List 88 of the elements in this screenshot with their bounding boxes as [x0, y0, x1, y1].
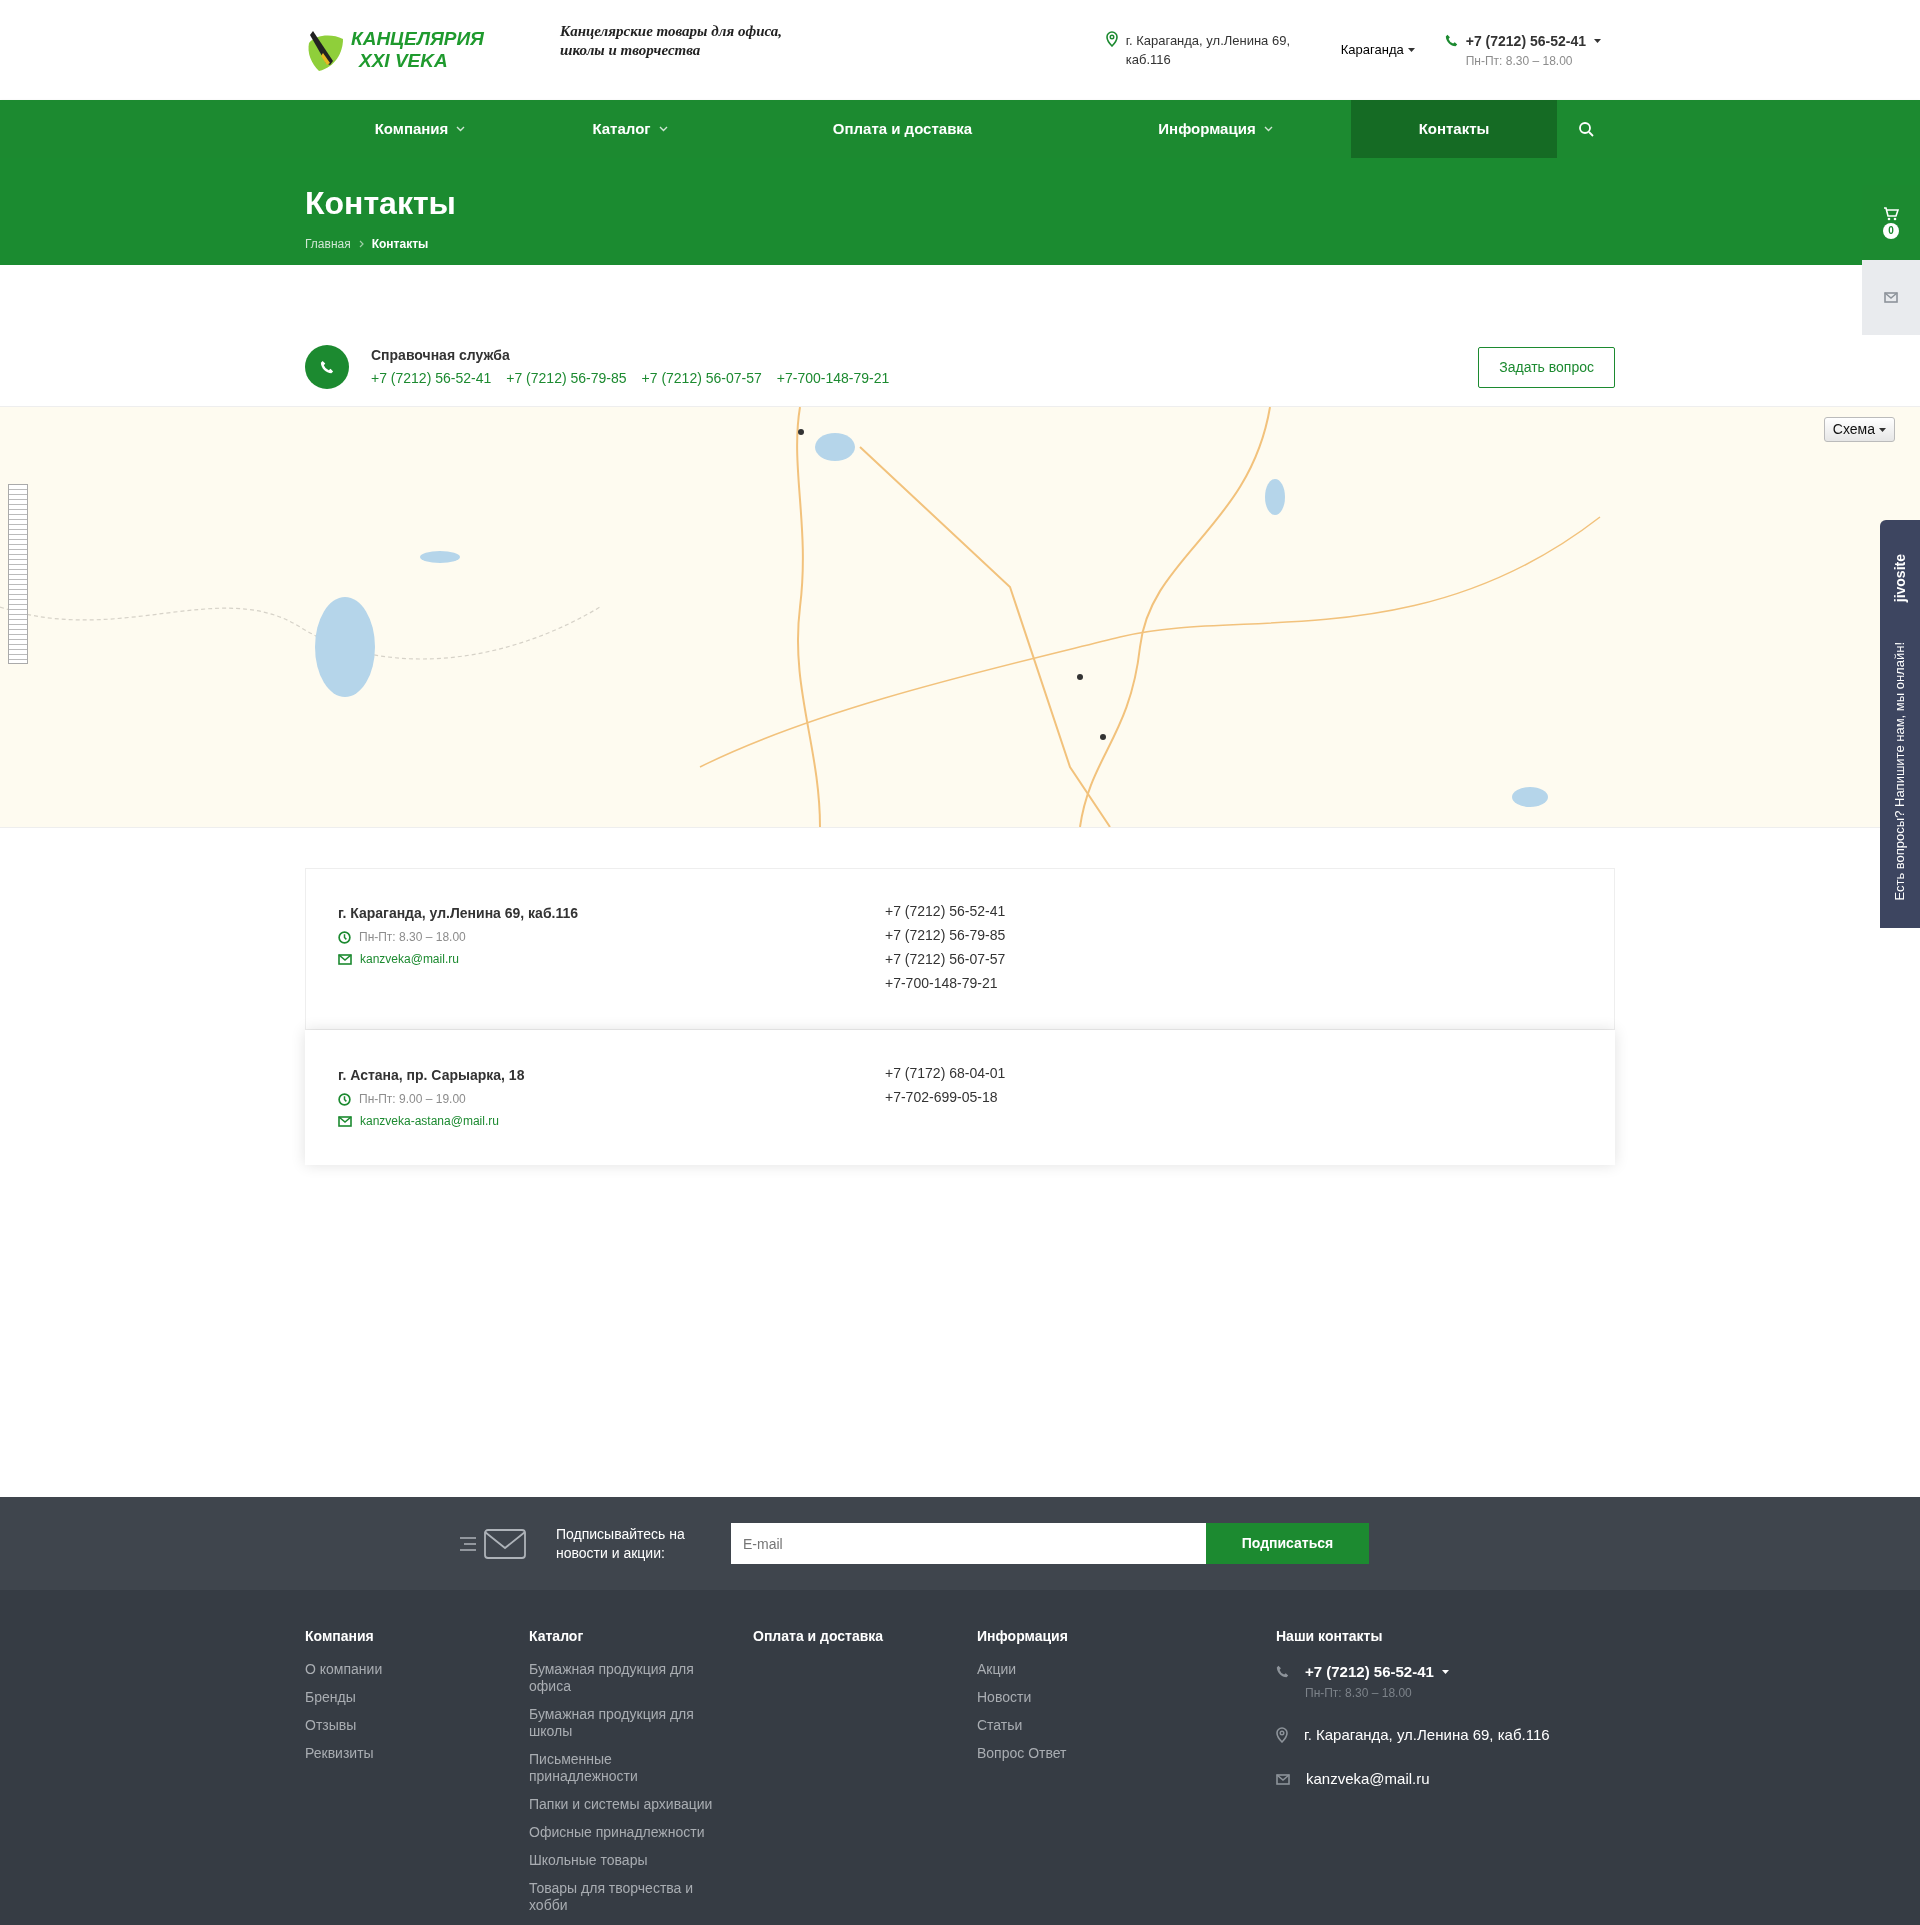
chat-prompt: Есть вопросы? Напишите нам, мы онлайн! [1891, 642, 1909, 901]
clock-icon [338, 1092, 351, 1106]
caret-icon [1441, 1670, 1449, 1675]
footer-link[interactable]: Офисные принадлежности [529, 1824, 719, 1841]
footer-link[interactable]: Вопрос Ответ [977, 1745, 1167, 1762]
office-address: г. Караганда, ул.Ленина 69, каб.116 [338, 904, 580, 923]
office-phone: +7 (7212) 56-07-57 [885, 950, 1006, 969]
phone-link[interactable]: +7 (7212) 56-52-41 [371, 368, 492, 389]
nav-item[interactable]: Компания [305, 100, 535, 158]
footer-link[interactable]: Новости [977, 1689, 1167, 1706]
location-pin-icon [1276, 1726, 1288, 1743]
working-hours: Пн-Пт: 8.30 – 18.00 [359, 929, 466, 946]
footer-link[interactable]: О компании [305, 1661, 495, 1678]
office-phone: +7 (7172) 68-04-01 [885, 1064, 1006, 1083]
ask-question-button[interactable]: Задать вопрос [1478, 346, 1615, 388]
email-link[interactable]: kanzveka@mail.ru [360, 950, 459, 968]
footer-link[interactable]: Бумажная продукция для офиса [529, 1661, 719, 1695]
footer-link[interactable]: Статьи [977, 1717, 1167, 1734]
footer-email[interactable]: kanzveka@mail.ru [1306, 1768, 1430, 1791]
map-type-button[interactable]: Схема [1823, 417, 1895, 442]
chevron-down-icon [1263, 126, 1273, 132]
logo-text: КАНЦЕЛЯРИЯ [351, 28, 484, 50]
message-button[interactable] [1862, 260, 1920, 335]
office-phone: +7-700-148-79-21 [885, 974, 999, 993]
subscribe-text: Подписывайтесь на новости и акции: [556, 1524, 686, 1563]
footer-link[interactable]: Товары для творчества и хобби [529, 1880, 719, 1914]
breadcrumb-link[interactable]: Главная [305, 235, 351, 253]
cart-count: 0 [1883, 222, 1899, 239]
footer-link[interactable]: Школьные товары [529, 1852, 719, 1869]
chevron-down-icon [456, 126, 466, 132]
header-address: г. Караганда, ул.Ленина 69, каб.116 [1125, 32, 1291, 69]
caret-icon [1594, 39, 1601, 43]
caret-icon [1407, 48, 1415, 52]
footer-link[interactable]: Папки и системы архивации [529, 1796, 719, 1813]
office-address: г. Астана, пр. Сарыарка, 18 [338, 1066, 526, 1085]
phone-icon [1276, 1665, 1289, 1678]
phone-link[interactable]: +7 (7212) 56-07-57 [641, 368, 762, 389]
header-phone[interactable]: +7 (7212) 56-52-41 [1465, 30, 1586, 52]
envelope-icon [1884, 292, 1898, 303]
email-field[interactable]: E-mail [731, 1523, 1206, 1564]
working-hours: Пн-Пт: 9.00 – 19.00 [359, 1091, 466, 1108]
footer-heading: Компания [305, 1627, 375, 1646]
envelope-icon [1276, 1773, 1290, 1785]
envelope-icon [458, 1527, 528, 1560]
page-title: Контакты [305, 184, 457, 222]
chat-brand: jivosite [1890, 554, 1909, 603]
nav-item[interactable]: Каталог [535, 100, 725, 158]
footer-link[interactable]: Бренды [305, 1689, 495, 1706]
logo-text: XXI VEKA [359, 50, 449, 72]
office-phone: +7 (7212) 56-79-85 [885, 926, 1006, 945]
cart-icon [1883, 206, 1899, 221]
help-title: Справочная служба [371, 346, 511, 365]
clock-icon [338, 930, 351, 944]
footer-phone[interactable]: +7 (7212) 56-52-41 [1305, 1661, 1434, 1684]
footer-heading: Информация [977, 1627, 1069, 1646]
city-selector[interactable]: Караганда [1340, 40, 1415, 60]
working-hours: Пн-Пт: 8.30 – 18.00 [1305, 1684, 1413, 1702]
search-icon [1578, 121, 1594, 137]
footer-heading: Оплата и доставка [753, 1627, 885, 1646]
nav-item[interactable]: Контакты [1351, 100, 1557, 158]
location-pin-icon [1105, 31, 1118, 47]
envelope-icon [338, 1115, 352, 1127]
phone-link[interactable]: +7 (7212) 56-79-85 [506, 368, 627, 389]
office-phone: +7-702-699-05-18 [885, 1088, 999, 1107]
office-phone: +7 (7212) 56-52-41 [885, 902, 1006, 921]
footer-address: г. Караганда, ул.Ленина 69, каб.116 [1304, 1724, 1550, 1745]
footer-link[interactable]: Бумажная продукция для школы [529, 1706, 719, 1740]
footer-heading: Наши контакты [1276, 1627, 1384, 1646]
chevron-down-icon [658, 126, 668, 132]
zoom-control[interactable] [8, 484, 28, 664]
phone-icon [1444, 33, 1458, 47]
envelope-icon [338, 953, 352, 965]
footer-link[interactable]: Реквизиты [305, 1745, 495, 1762]
phone-link[interactable]: +7-700-148-79-21 [776, 368, 890, 389]
email-link[interactable]: kanzveka-astana@mail.ru [360, 1112, 499, 1130]
footer-link[interactable]: Письменные принадлежности [529, 1751, 719, 1785]
nav-item[interactable]: Информация [1080, 100, 1351, 158]
phone-icon [320, 360, 334, 374]
footer-link[interactable]: Акции [977, 1661, 1167, 1678]
chat-widget[interactable]: jivosite Есть вопросы? Напишите нам, мы онлайн! [1880, 520, 1920, 928]
tagline: Канцелярские товары для офиса, школы и творчества [560, 22, 783, 60]
subscribe-button[interactable]: Подписаться [1206, 1523, 1369, 1564]
footer-link[interactable]: Отзывы [305, 1717, 495, 1734]
nav-item[interactable]: Оплата и доставка [725, 100, 1080, 158]
caret-icon [1879, 427, 1886, 432]
chevron-right-icon [358, 240, 364, 248]
working-hours: Пн-Пт: 8.30 – 18.00 [1465, 52, 1574, 70]
footer-heading: Каталог [529, 1627, 585, 1646]
